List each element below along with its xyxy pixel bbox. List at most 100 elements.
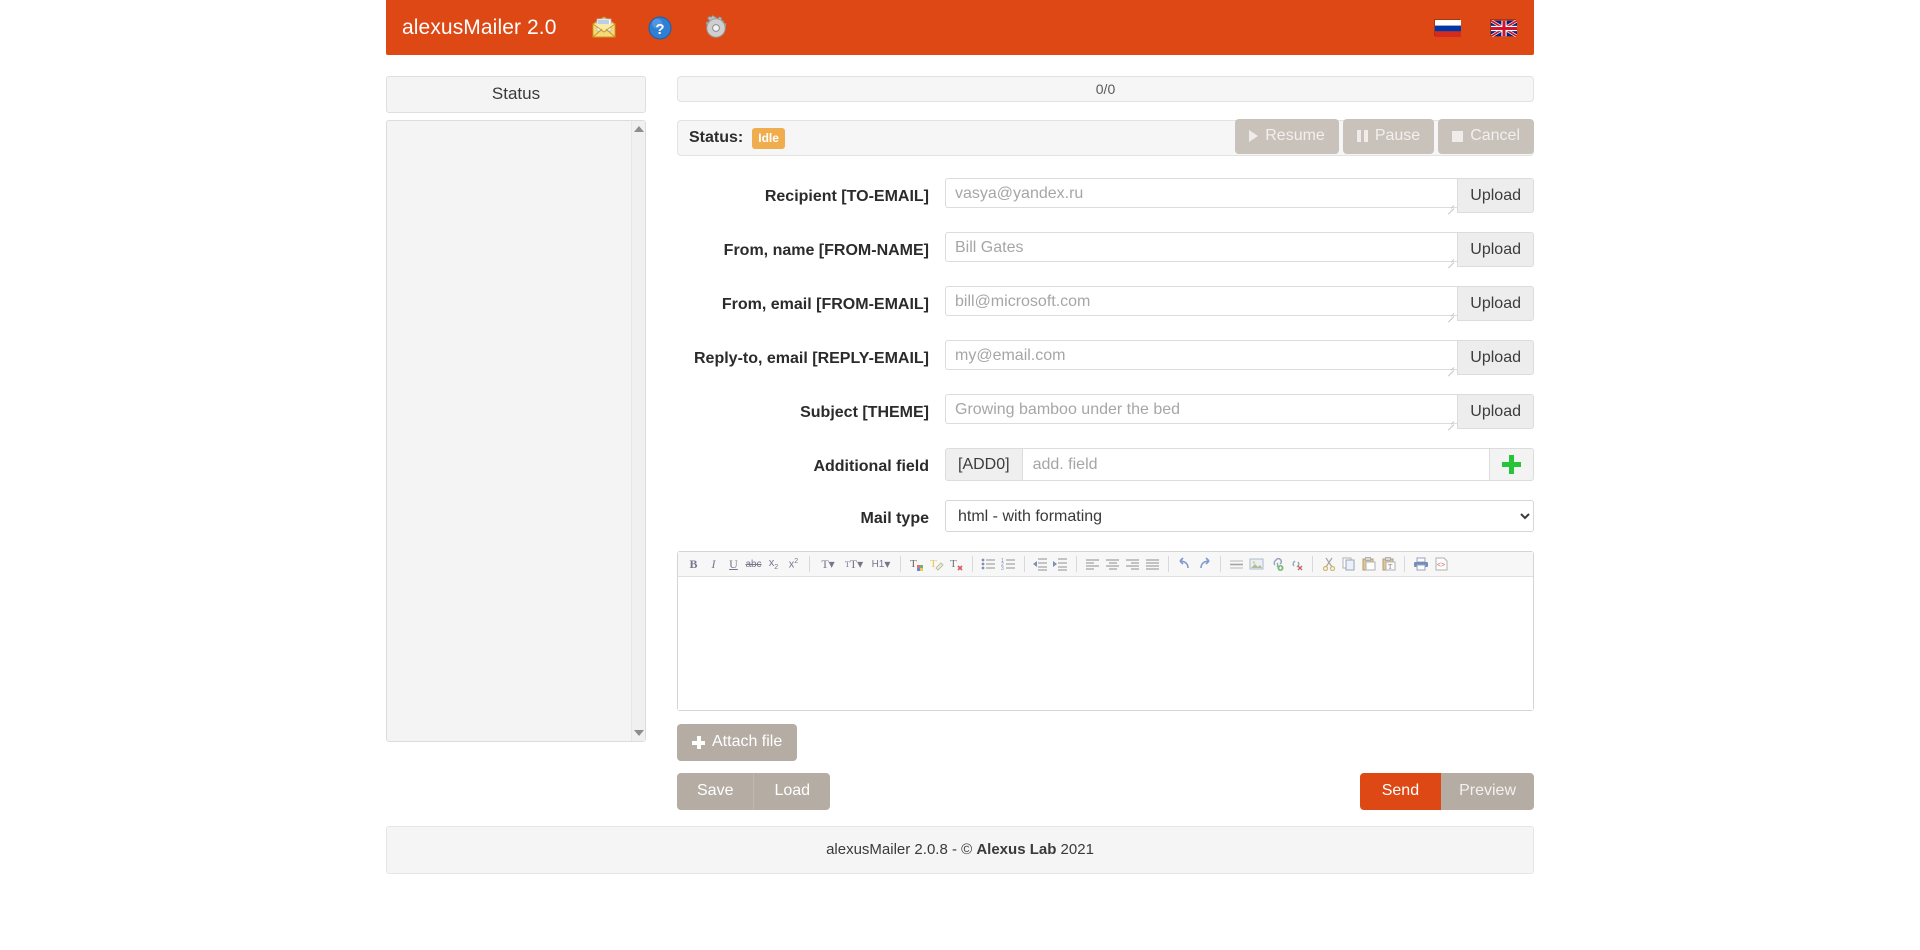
redo-icon[interactable] [1195,555,1214,573]
upload-button-from-name[interactable]: Upload [1457,232,1534,267]
toolbar-group-insert [1227,555,1306,573]
language-switcher [1434,19,1518,38]
app-brand[interactable]: alexusMailer 2.0 [402,16,567,40]
status-log-panel[interactable] [386,120,646,742]
toolbar-separator [809,556,810,572]
subject-input[interactable] [945,394,1458,424]
additional-field-input[interactable] [1021,448,1489,481]
pause-button[interactable]: Pause [1342,119,1435,154]
status-sidebar: Status [386,76,646,742]
toolbar-group-align [1083,555,1162,573]
indent-icon[interactable] [1051,555,1070,573]
outdent-icon[interactable] [1031,555,1050,573]
status-log-scrollbar[interactable] [631,121,645,741]
svg-text:T: T [950,558,957,570]
toolbar-separator [972,556,973,572]
toolbar-group-history [1175,555,1214,573]
upload-button-from-email[interactable]: Upload [1457,286,1534,321]
scroll-down-arrow-icon[interactable] [633,730,644,736]
field-row-mailtype: Mail type html - with formating plain te… [677,500,1534,532]
from-name-input[interactable] [945,232,1458,262]
font-size-icon[interactable]: T T ▾ [841,555,867,573]
upload-button-subject[interactable]: Upload [1457,394,1534,429]
label-mail-type: Mail type [860,510,929,527]
unlink-icon[interactable] [1287,555,1306,573]
status-label: Status: [689,129,744,146]
field-row-reply-email: Reply-to, email [REPLY-EMAIL] Upload [677,340,1534,375]
resume-button[interactable]: Resume [1235,119,1339,154]
send-button[interactable]: Send [1359,773,1442,810]
field-row-from-name: From, name [FROM-NAME] Upload [677,232,1534,267]
attach-row: Attach file [677,724,1534,761]
link-icon[interactable] [1267,555,1286,573]
body-container: Status 0/0 Status: Idle Resume Pause Can… [386,55,1534,874]
undo-icon[interactable] [1175,555,1194,573]
scroll-up-arrow-icon[interactable] [633,126,644,132]
to-email-input[interactable] [945,178,1458,208]
align-left-icon[interactable] [1083,555,1102,573]
status-badge: Idle [752,127,785,149]
help-icon[interactable]: ? [647,15,673,41]
mail-type-select[interactable]: html - with formating plain text [945,500,1534,532]
preview-button[interactable]: Preview [1441,773,1534,810]
paste-text-icon[interactable]: T [1379,555,1398,573]
settings-gear-icon[interactable] [703,14,729,41]
image-icon[interactable] [1247,555,1266,573]
numbered-list-icon[interactable]: 123 [999,555,1018,573]
source-code-icon[interactable]: <> [1431,555,1450,573]
svg-text:T: T [1388,563,1393,571]
align-right-icon[interactable] [1123,555,1142,573]
to-email-wrap [945,178,1458,213]
flag-ru[interactable] [1434,19,1461,37]
toolbar-group-color: T T T [907,555,966,573]
text-color-icon[interactable]: T [907,555,926,573]
status-strip: Status: Idle Resume Pause Cancel [677,119,1534,156]
upload-button-to-email[interactable]: Upload [1457,178,1534,213]
body-row: Status 0/0 Status: Idle Resume Pause Can… [386,55,1534,810]
align-center-icon[interactable] [1103,555,1122,573]
toolbar-separator [1404,556,1405,572]
reply-email-wrap [945,340,1458,375]
upload-button-reply-email[interactable]: Upload [1457,340,1534,375]
horizontal-rule-icon[interactable] [1227,555,1246,573]
mail-icon[interactable] [591,15,617,41]
subject-wrap [945,394,1458,429]
control-to-email: Upload [945,178,1534,213]
toolbar-group-clipboard: T [1319,555,1398,573]
align-justify-icon[interactable] [1143,555,1162,573]
control-mail-type: html - with formating plain text [945,500,1534,532]
subscript-icon[interactable]: x2 [764,555,783,573]
cancel-button[interactable]: Cancel [1438,119,1534,154]
attach-file-button[interactable]: Attach file [677,724,798,761]
superscript-icon[interactable]: x2 [784,555,803,573]
paste-icon[interactable] [1359,555,1378,573]
bulleted-list-icon[interactable] [979,555,998,573]
job-control-buttons: Resume Pause Cancel [1235,119,1534,154]
toolbar-separator [1220,556,1221,572]
bold-icon[interactable]: B [684,555,703,573]
add-field-button[interactable] [1489,448,1534,481]
save-button[interactable]: Save [677,773,754,810]
progress-bar-container: 0/0 [677,76,1534,102]
footer-suffix: 2021 [1056,841,1094,858]
strikethrough-icon[interactable]: abc [744,555,763,573]
load-button[interactable]: Load [753,773,831,810]
pause-icon [1356,130,1368,142]
font-name-icon[interactable]: T ▾ [816,555,840,573]
background-color-icon[interactable]: T [927,555,946,573]
from-email-input[interactable] [945,286,1458,316]
from-name-wrap [945,232,1458,267]
editor-content-area[interactable] [678,577,1533,710]
remove-format-icon[interactable]: T [947,555,966,573]
italic-icon[interactable]: I [704,555,723,573]
heading-icon[interactable]: H1 ▾ [868,555,894,573]
stop-icon [1452,130,1464,142]
reply-email-input[interactable] [945,340,1458,370]
cut-icon[interactable] [1319,555,1338,573]
print-icon[interactable] [1411,555,1430,573]
copy-icon[interactable] [1339,555,1358,573]
cancel-button-label: Cancel [1470,127,1520,144]
underline-icon[interactable]: U [724,555,743,573]
control-from-email: Upload [945,286,1534,321]
flag-en[interactable] [1490,19,1518,38]
